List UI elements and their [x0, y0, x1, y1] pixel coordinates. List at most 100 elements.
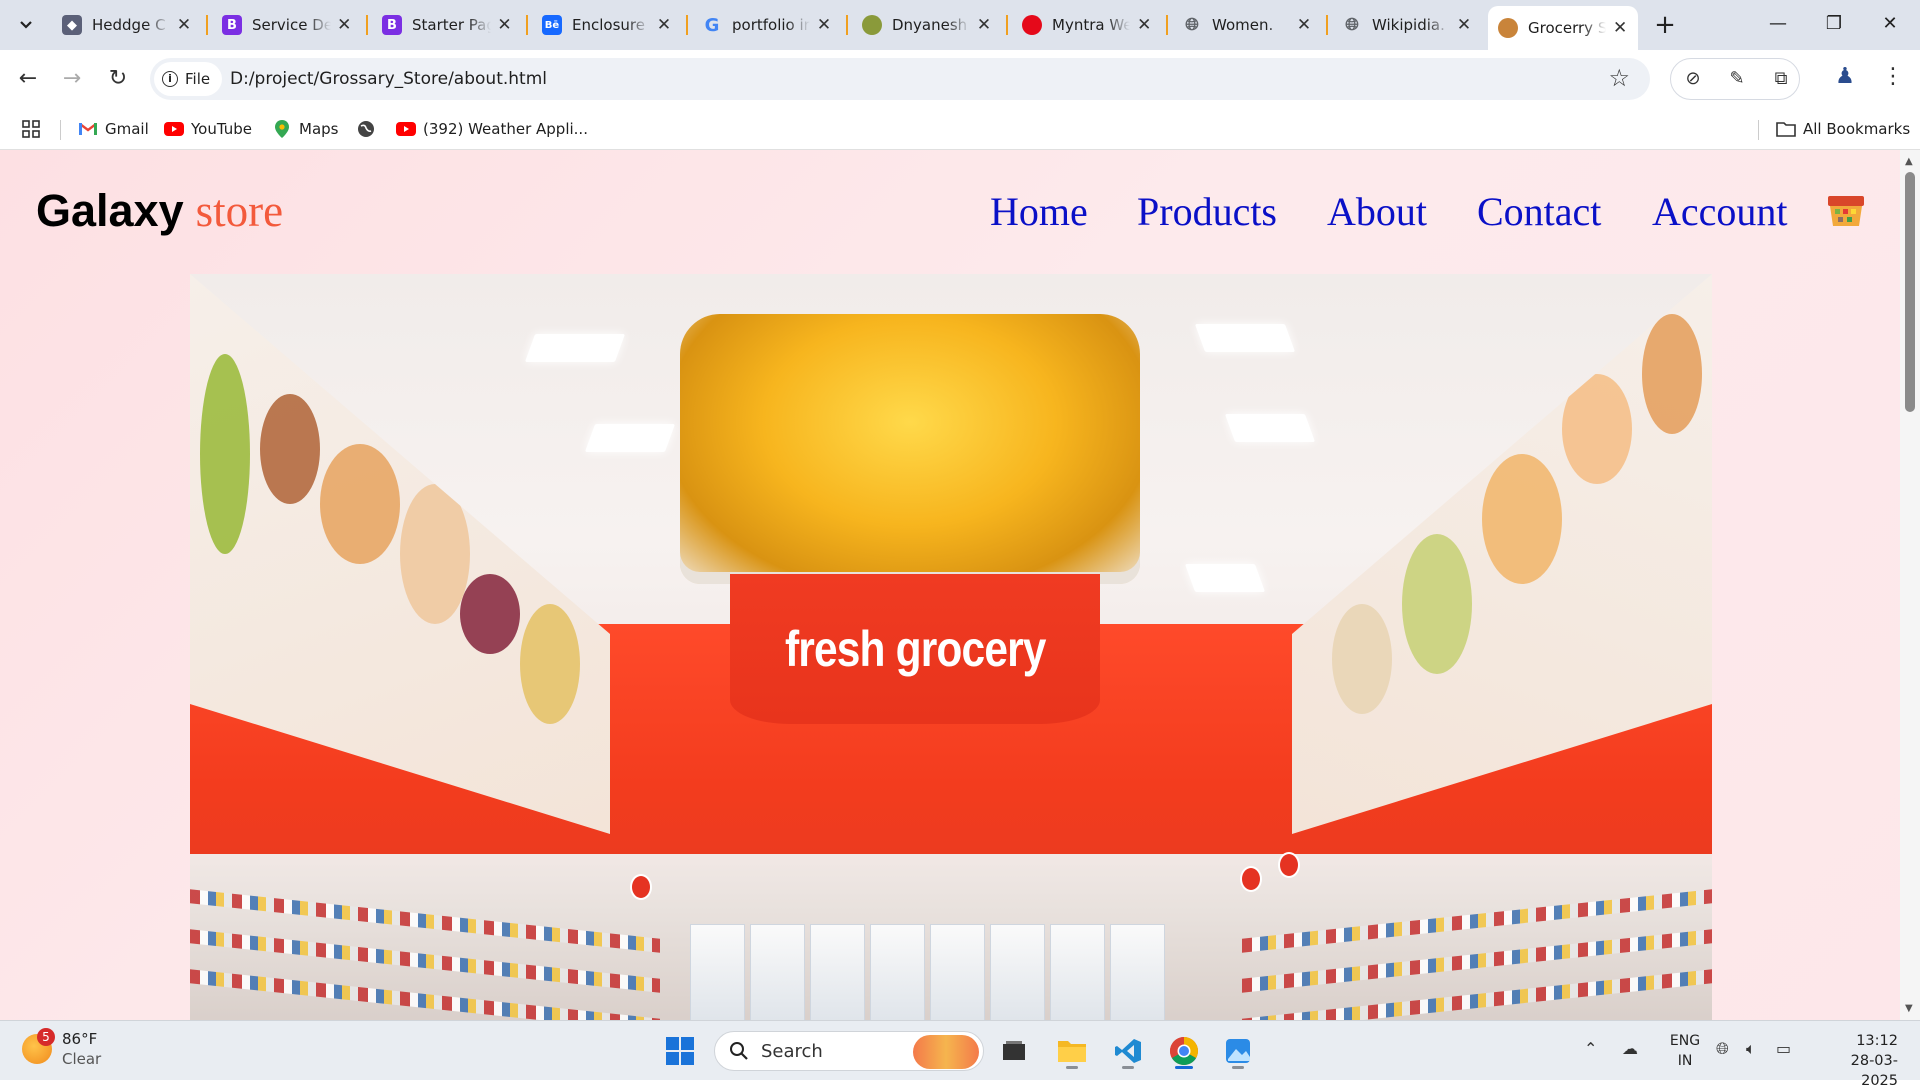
puzzle-extensions-icon[interactable]: ⧉	[1769, 68, 1793, 92]
all-bookmarks-button[interactable]: All Bookmarks	[1776, 116, 1910, 142]
scrollbar-thumb[interactable]	[1905, 172, 1915, 412]
bookmark-globe[interactable]	[356, 116, 383, 142]
taskbar-search[interactable]: Search	[714, 1031, 984, 1071]
tab-3[interactable]: B Starter Pag ✕	[372, 8, 522, 42]
network-globe-icon[interactable]: 🌐︎	[1716, 1039, 1729, 1059]
close-tab-icon[interactable]: ✕	[1456, 15, 1472, 35]
new-tab-button[interactable]: +	[1650, 10, 1680, 40]
close-window-button[interactable]: ✕	[1870, 8, 1910, 40]
scroll-up-arrow-icon[interactable]: ▲	[1905, 156, 1913, 167]
reload-button[interactable]: ↻	[102, 63, 134, 95]
running-indicator	[1066, 1066, 1078, 1069]
tab-6[interactable]: Dnyanesh ✕	[852, 8, 1002, 42]
tab-active[interactable]: Grocerry S ✕	[1488, 6, 1638, 50]
bookmark-weather-app[interactable]: (392) Weather Appli...	[396, 116, 588, 142]
extension-shield-icon[interactable]: ⊘	[1681, 68, 1705, 92]
youtube-icon	[164, 120, 184, 138]
bookmark-star-icon[interactable]: ☆	[1608, 64, 1630, 92]
close-tab-icon[interactable]: ✕	[1136, 15, 1152, 35]
close-tab-icon[interactable]: ✕	[1296, 15, 1312, 35]
tab-separator	[366, 15, 368, 35]
folder-icon	[1058, 1041, 1086, 1062]
nav-link-products[interactable]: Products	[1137, 188, 1277, 235]
scroll-down-arrow-icon[interactable]: ▼	[1905, 1003, 1913, 1014]
shopping-cart-icon[interactable]	[1826, 192, 1866, 232]
tab-7[interactable]: Myntra We ✕	[1012, 8, 1162, 42]
fridge-door	[750, 924, 805, 1020]
language-code: ENG	[1669, 1033, 1701, 1049]
battery-icon[interactable]: ▭	[1776, 1039, 1791, 1058]
language-indicator[interactable]: ENG IN	[1667, 1031, 1703, 1071]
tab-4[interactable]: Bē Enclosure ✕	[532, 8, 682, 42]
site-logo[interactable]: Galaxy store	[36, 184, 283, 237]
close-tab-icon[interactable]: ✕	[176, 15, 192, 35]
bookmark-youtube[interactable]: YouTube	[164, 116, 252, 142]
tray-overflow-chevron-icon[interactable]: ⌃	[1584, 1039, 1597, 1058]
url-text[interactable]: D:/project/Grossary_Store/about.html	[230, 69, 547, 89]
region-code: IN	[1677, 1053, 1693, 1069]
bootstrap-favicon-icon: B	[222, 15, 242, 35]
clock-time: 13:12	[1856, 1033, 1898, 1049]
fridge-door	[930, 924, 985, 1020]
tab-8[interactable]: 🌐︎ Women. ✕	[1172, 8, 1322, 42]
close-tab-icon[interactable]: ✕	[976, 15, 992, 35]
tab-title: Service De	[252, 16, 331, 34]
tab-title: Starter Pag	[412, 16, 491, 34]
tab-title: Enclosure	[572, 16, 645, 34]
bread-graphic	[320, 444, 400, 564]
chrome-button[interactable]	[1164, 1031, 1204, 1071]
system-clock[interactable]: 13:12 28-03-2025	[1818, 1031, 1898, 1091]
tab-title: portfolio ir	[732, 16, 810, 34]
bookmark-maps[interactable]: Maps	[272, 116, 338, 142]
task-view-button[interactable]	[994, 1031, 1034, 1071]
chrome-icon	[1170, 1037, 1198, 1065]
tab-1[interactable]: ◆ Heddge C ✕	[52, 8, 202, 42]
behance-favicon-icon: Bē	[542, 15, 562, 35]
profile-avatar-icon[interactable]: ♟	[1830, 64, 1860, 94]
tab-2[interactable]: B Service De ✕	[212, 8, 362, 42]
tab-search-button[interactable]	[12, 11, 40, 39]
close-tab-icon[interactable]: ✕	[1612, 18, 1628, 38]
globe-favicon-icon: 🌐︎	[1185, 15, 1199, 35]
bootstrap-favicon-icon: B	[382, 15, 402, 35]
eyedropper-icon[interactable]: ✎	[1725, 68, 1749, 92]
onedrive-cloud-icon[interactable]: ☁	[1622, 1039, 1638, 1058]
file-explorer-button[interactable]	[1052, 1031, 1092, 1071]
search-label: Search	[761, 1040, 823, 1062]
address-bar[interactable]: i File D:/project/Grossary_Store/about.h…	[150, 58, 1650, 100]
fruit-graphic	[1482, 454, 1562, 584]
close-tab-icon[interactable]: ✕	[337, 15, 353, 35]
restore-button[interactable]: ❐	[1814, 8, 1854, 40]
nav-link-home[interactable]: Home	[990, 188, 1088, 235]
page-scrollbar[interactable]: ▲ ▼	[1900, 150, 1920, 1020]
close-tab-icon[interactable]: ✕	[497, 15, 512, 35]
site-info-label: File	[185, 70, 211, 88]
fresh-grocery-sign: fresh grocery	[730, 574, 1100, 724]
start-button[interactable]	[660, 1031, 700, 1071]
aisle-sign	[1278, 852, 1300, 878]
nav-link-account[interactable]: Account	[1652, 188, 1788, 235]
vscode-button[interactable]	[1108, 1031, 1148, 1071]
close-tab-icon[interactable]: ✕	[816, 15, 832, 35]
minimize-button[interactable]: —	[1758, 8, 1798, 40]
photos-app-button[interactable]	[1218, 1031, 1258, 1071]
browser-menu-icon[interactable]: ⋮	[1878, 64, 1908, 94]
nav-link-about[interactable]: About	[1327, 188, 1427, 235]
tab-9[interactable]: 🌐︎ Wikipidia. ✕	[1332, 8, 1482, 42]
site-info-chip[interactable]: i File	[154, 62, 223, 96]
fridge-door	[1050, 924, 1105, 1020]
bookmark-gmail[interactable]: Gmail	[78, 116, 149, 142]
tab-5[interactable]: G portfolio ir ✕	[692, 8, 842, 42]
apps-grid-button[interactable]	[22, 116, 40, 142]
hero-sign-text: fresh grocery	[784, 621, 1046, 677]
weather-widget[interactable]: 5 86°F Clear	[22, 1028, 101, 1069]
nav-link-contact[interactable]: Contact	[1477, 188, 1601, 235]
forward-button[interactable]: →	[56, 63, 88, 95]
bread-graphic	[1642, 314, 1702, 434]
vegetable-graphic	[1402, 534, 1472, 674]
volume-icon[interactable]: 🔈︎	[1746, 1039, 1756, 1059]
tab-title: Wikipidia.	[1372, 16, 1445, 34]
fruit-display-drum	[680, 314, 1140, 584]
close-tab-icon[interactable]: ✕	[656, 15, 672, 35]
back-button[interactable]: ←	[12, 63, 44, 95]
